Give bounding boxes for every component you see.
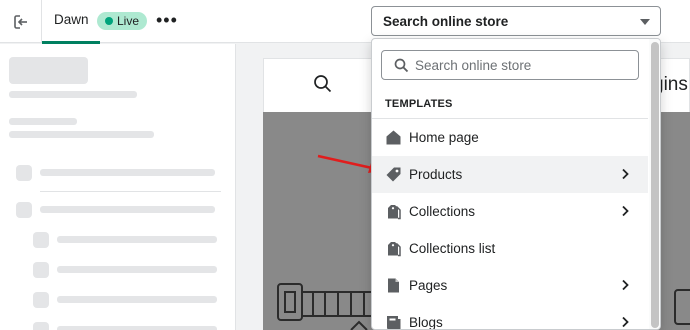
collections-list-icon (388, 242, 401, 257)
search-input[interactable] (415, 52, 630, 78)
skeleton-line (57, 296, 217, 303)
dropdown-search-field[interactable] (381, 50, 639, 80)
chevron-right-icon (622, 168, 629, 180)
dropdown-item-home-page[interactable]: Home page (372, 119, 648, 156)
skeleton-checkbox (33, 292, 49, 308)
dropdown-item-pages[interactable]: Pages (372, 267, 648, 304)
sidebar-skeleton (0, 44, 236, 330)
dropdown-item-label: Products (409, 167, 463, 182)
skeleton-line (40, 206, 215, 213)
scrollbar-thumb[interactable] (651, 42, 659, 328)
template-dropdown: TEMPLATES Home page Products Collections (371, 38, 661, 330)
dropdown-item-label: Pages (409, 278, 448, 293)
dropdown-item-label: Collections list (409, 241, 496, 256)
skeleton-checkbox (16, 202, 32, 218)
skeleton-line (9, 131, 154, 138)
skeleton-checkbox (33, 322, 49, 330)
collections-icon (388, 205, 401, 220)
skeleton-checkbox (33, 262, 49, 278)
skeleton-line (57, 236, 217, 243)
chevron-right-icon (622, 316, 629, 328)
dropdown-item-products[interactable]: Products (372, 156, 648, 193)
dropdown-item-label: Home page (409, 130, 479, 145)
tag-icon (386, 167, 401, 182)
dropdown-item-blogs[interactable]: Blogs (372, 304, 648, 330)
theme-name: Dawn (54, 12, 89, 27)
exit-editor-button[interactable] (0, 0, 42, 43)
skeleton-title (9, 57, 88, 84)
chevron-right-icon (622, 205, 629, 217)
skeleton-divider (40, 191, 221, 192)
skeleton-checkbox (16, 165, 32, 181)
blog-icon (387, 316, 401, 329)
home-icon (386, 130, 401, 145)
preview-search-icon[interactable] (313, 74, 333, 94)
skeleton-line (9, 118, 77, 125)
caret-down-icon (640, 19, 650, 25)
exit-icon (13, 14, 28, 29)
skeleton-line (57, 326, 217, 330)
skeleton-checkbox (33, 232, 49, 248)
skeleton-line (57, 266, 217, 273)
template-selector[interactable]: Search online store (371, 6, 661, 36)
chevron-right-icon (622, 279, 629, 291)
skeleton-line (9, 91, 137, 98)
dropdown-item-label: Blogs (409, 315, 443, 330)
template-selector-label: Search online store (383, 14, 509, 29)
page-icon (388, 278, 399, 293)
dropdown-item-collections[interactable]: Collections (372, 193, 648, 230)
section-heading-templates: TEMPLATES (385, 98, 453, 110)
search-icon (394, 58, 409, 73)
top-bar: Dawn Live ••• Search online store (0, 0, 690, 44)
skeleton-line (40, 169, 215, 176)
more-actions-button[interactable]: ••• (156, 11, 178, 29)
status-badge: Live (97, 12, 148, 30)
dropdown-item-collections-list[interactable]: Collections list (372, 230, 648, 267)
dropdown-item-label: Collections (409, 204, 476, 219)
